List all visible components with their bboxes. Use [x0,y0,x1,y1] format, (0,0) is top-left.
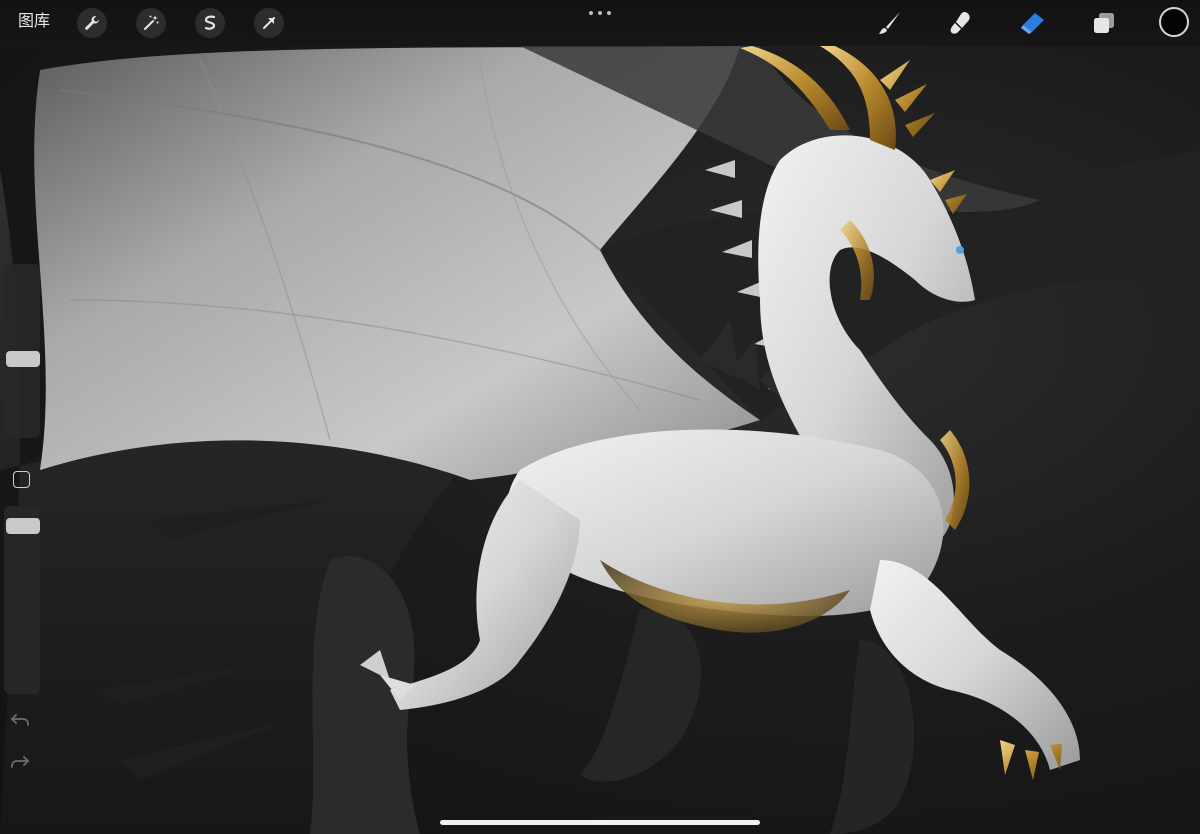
top-toolbar: 图库 [0,0,1200,46]
layers-icon [1094,13,1114,33]
actions-button[interactable] [77,8,107,38]
redo-button[interactable] [8,752,32,772]
transform-button[interactable] [254,8,284,38]
adjustments-button[interactable] [136,8,166,38]
undo-arrow-icon [11,714,29,726]
smudge-icon [950,12,970,34]
brush-tool-button[interactable] [875,8,905,38]
layers-button[interactable] [1089,8,1119,38]
wrench-icon [85,16,99,30]
smudge-tool-button[interactable] [946,8,976,38]
dragon-artwork [0,46,1200,834]
redo-arrow-icon [11,756,29,768]
transform-arrow-icon [263,17,275,29]
selection-button[interactable] [195,8,225,38]
selection-icon [204,15,216,30]
procreate-app: 图库 [0,0,1200,834]
gallery-button[interactable]: 图库 [18,12,50,32]
opacity-slider[interactable] [4,506,40,694]
home-indicator[interactable] [440,820,760,825]
opacity-thumb[interactable] [6,518,40,535]
brush-icon [879,12,900,34]
undo-button[interactable] [8,710,32,730]
color-picker-swatch[interactable] [1159,7,1189,37]
more-options-icon[interactable] [589,9,611,17]
drawing-canvas[interactable] [0,0,1200,834]
left-sidebar [2,262,40,696]
modify-button[interactable] [13,471,30,488]
brush-size-thumb[interactable] [6,350,40,367]
magic-wand-icon [144,15,159,30]
eraser-tool-button[interactable] [1017,8,1047,38]
brush-size-slider[interactable] [4,264,40,438]
eraser-icon [1021,13,1044,34]
